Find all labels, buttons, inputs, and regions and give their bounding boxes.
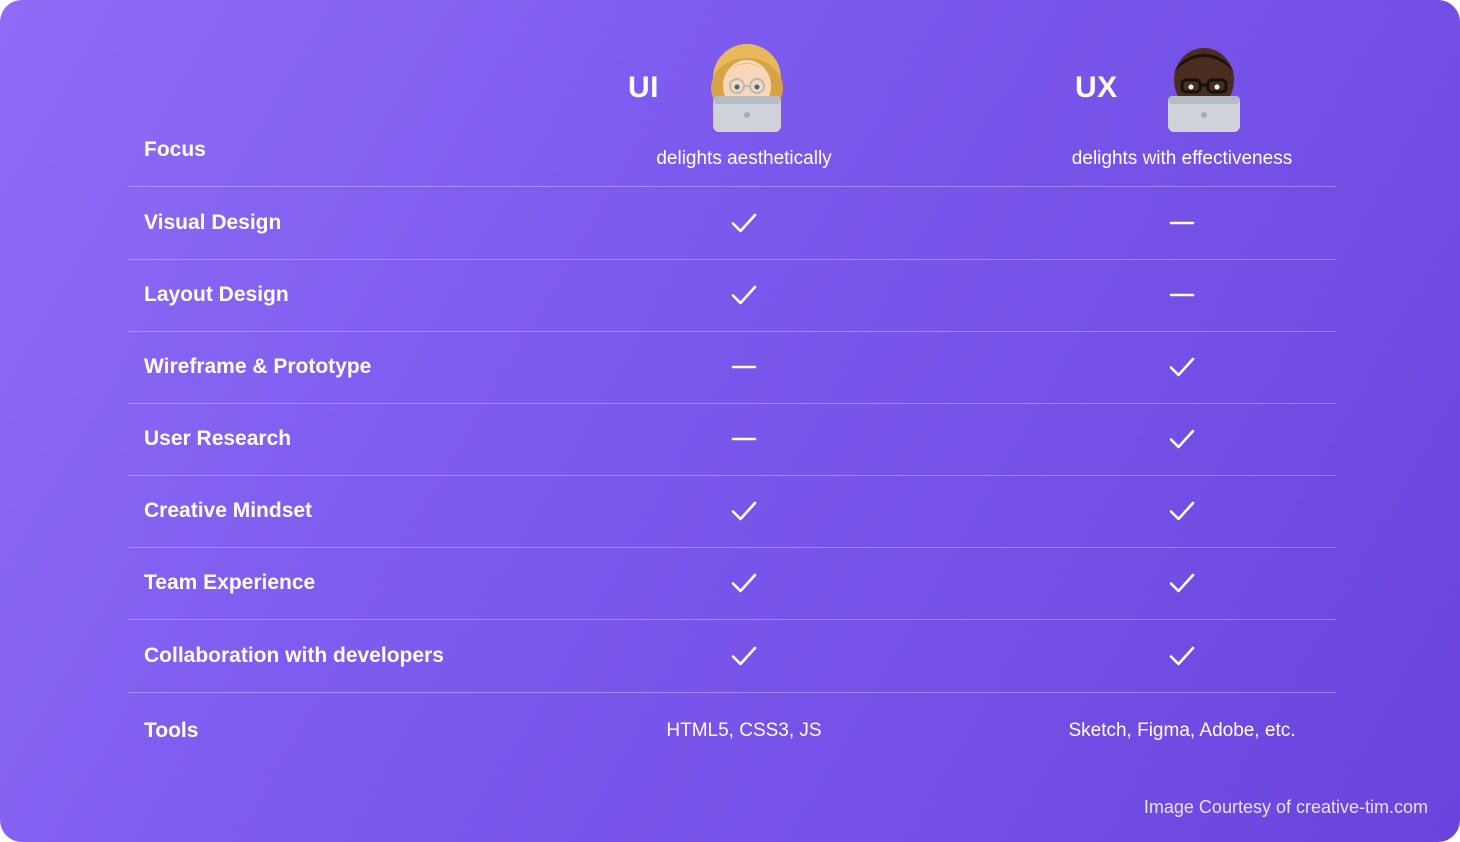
table-row: User Research — [128, 403, 1336, 476]
row-label: Visual Design — [144, 211, 282, 234]
table-row-tools: Tools HTML5, CSS3, JS Sketch, Figma, Ado… — [128, 695, 1336, 767]
check-icon — [1169, 646, 1195, 666]
ui-column-title: UI — [628, 71, 659, 104]
row-label: Tools — [144, 719, 199, 742]
table-row: Visual Design — [128, 187, 1336, 260]
ui-cell — [730, 499, 758, 523]
ux-column-title: UX — [1075, 71, 1118, 104]
table-row-focus: Focus delights aesthetically delights wi… — [128, 114, 1336, 187]
ux-cell — [1168, 355, 1196, 379]
table-row: Team Experience — [128, 547, 1336, 620]
table-row: Collaboration with developers — [128, 620, 1336, 693]
table-row: Layout Design — [128, 259, 1336, 332]
row-label: Team Experience — [144, 571, 316, 594]
row-label: Collaboration with developers — [144, 644, 444, 667]
ui-cell — [730, 644, 758, 668]
ux-cell — [1168, 427, 1196, 451]
dash-icon — [731, 365, 757, 369]
row-label: Focus — [144, 138, 206, 161]
row-label: Wireframe & Prototype — [144, 355, 372, 378]
ui-tools-text: HTML5, CSS3, JS — [666, 720, 822, 741]
ui-focus-text: delights aesthetically — [656, 147, 832, 169]
table-row: Wireframe & Prototype — [128, 331, 1336, 404]
check-icon — [731, 573, 757, 593]
row-label: User Research — [144, 427, 292, 450]
ui-cell — [730, 427, 758, 451]
ux-cell — [1168, 571, 1196, 595]
check-icon — [731, 646, 757, 666]
comparison-card: UI UX Focus delights aesthetically delig… — [0, 0, 1460, 842]
dash-icon — [731, 437, 757, 441]
check-icon — [1169, 501, 1195, 521]
ux-cell — [1168, 499, 1196, 523]
ux-cell — [1168, 283, 1196, 307]
ux-tools-text: Sketch, Figma, Adobe, etc. — [1068, 720, 1296, 741]
image-credit: Image Courtesy of creative-tim.com — [1143, 797, 1428, 817]
row-label: Layout Design — [144, 283, 289, 306]
ui-cell — [730, 211, 758, 235]
check-icon — [1169, 357, 1195, 377]
check-icon — [731, 285, 757, 305]
row-label: Creative Mindset — [144, 499, 313, 522]
dash-icon — [1169, 221, 1195, 225]
ux-focus-text: delights with effectiveness — [1071, 147, 1293, 169]
ui-cell — [730, 571, 758, 595]
ui-cell — [730, 283, 758, 307]
check-icon — [1169, 429, 1195, 449]
check-icon — [731, 501, 757, 521]
ux-cell — [1168, 211, 1196, 235]
ui-cell — [730, 355, 758, 379]
table-row: Creative Mindset — [128, 475, 1336, 548]
dash-icon — [1169, 293, 1195, 297]
check-icon — [1169, 573, 1195, 593]
ux-cell — [1168, 644, 1196, 668]
check-icon — [731, 213, 757, 233]
